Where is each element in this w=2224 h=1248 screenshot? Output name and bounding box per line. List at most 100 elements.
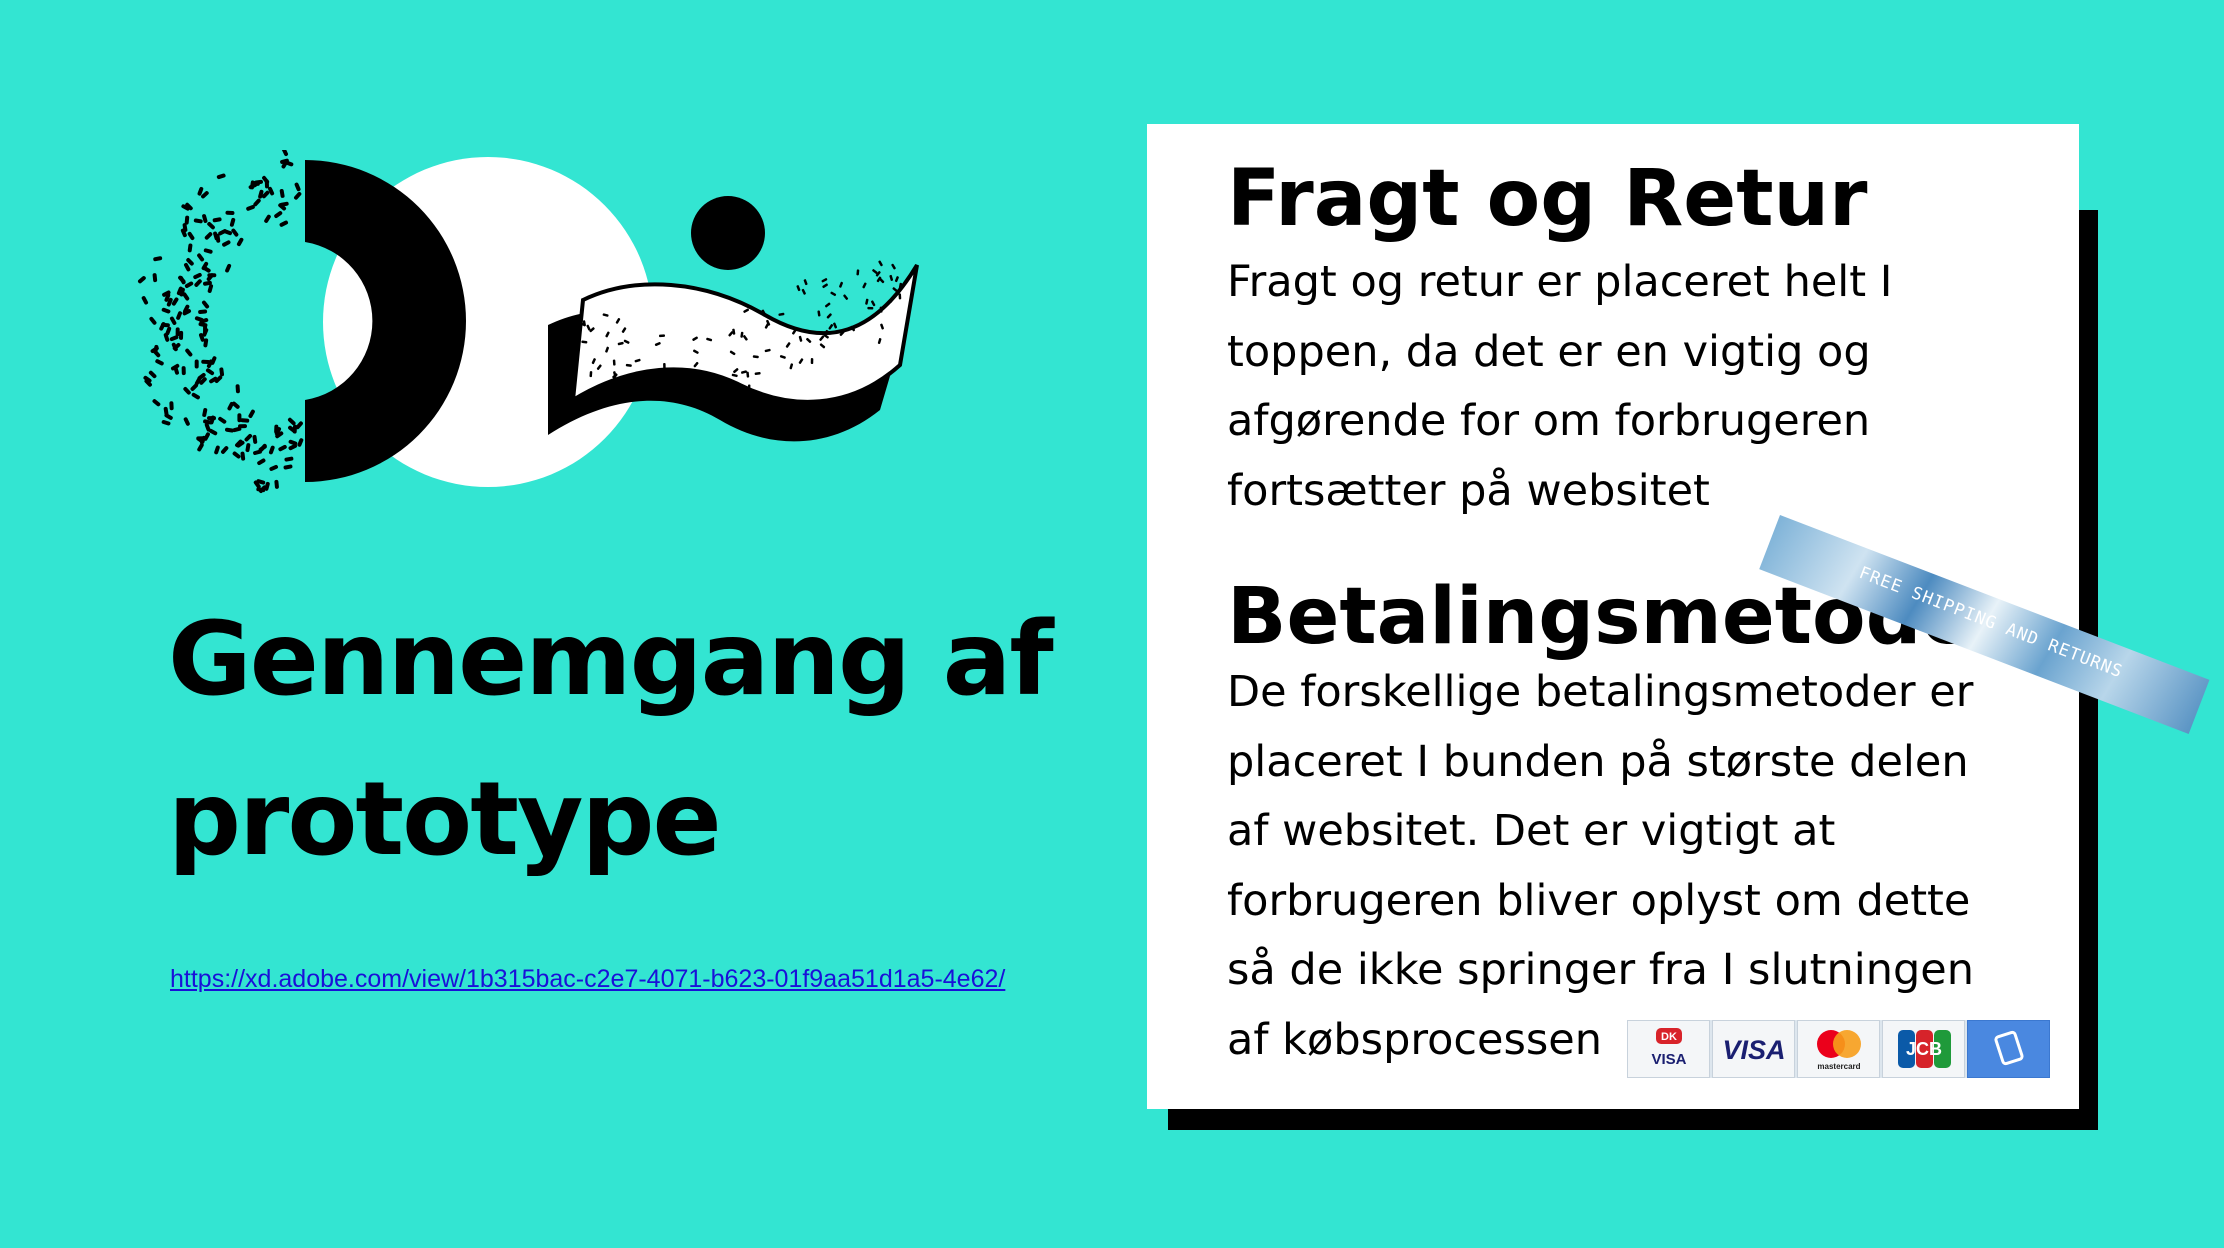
betaling-line: De forskellige betalingsmetoder er: [1227, 667, 1974, 717]
speckle: [274, 424, 279, 434]
speckle: [856, 269, 860, 276]
speckle: [191, 392, 200, 400]
visa-label: VISA: [1722, 1035, 1785, 1065]
prototype-link[interactable]: https://xd.adobe.com/view/1b315bac-c2e7-…: [170, 965, 1005, 994]
speckle: [268, 186, 275, 196]
decorative-graphic: [137, 150, 919, 494]
speckle: [201, 359, 211, 365]
mobilepay-icon: [1967, 1020, 2050, 1078]
speckle: [236, 237, 244, 247]
heading-fragt: Fragt og Retur: [1227, 154, 1868, 244]
speckle: [184, 281, 194, 289]
speckle: [201, 300, 210, 309]
speckle: [284, 456, 294, 462]
speckle: [843, 294, 849, 300]
speckle: [245, 443, 251, 453]
dotted-ring: [137, 150, 304, 494]
speckle: [891, 263, 896, 270]
speckle: [898, 293, 902, 300]
speckle: [169, 335, 179, 342]
betaling-line: placeret I bunden på største delen: [1227, 736, 1969, 787]
speckle: [194, 359, 199, 369]
speckle: [240, 418, 250, 423]
speckle: [148, 370, 157, 379]
speckle: [824, 302, 831, 308]
speckle: [141, 296, 149, 305]
jcb-label: JCB: [1905, 1039, 1941, 1059]
speckle: [163, 406, 169, 416]
speckle: [803, 279, 808, 286]
svg-text:DK: DK: [1661, 1031, 1677, 1043]
speckle: [169, 401, 174, 411]
speckle: [204, 232, 213, 240]
speckle: [155, 359, 164, 366]
speckle: [246, 204, 255, 211]
speckle: [871, 300, 876, 307]
speckle: [297, 438, 304, 447]
speckle: [240, 451, 246, 461]
speckle: [220, 446, 229, 454]
speckle: [193, 218, 203, 224]
speckle: [264, 214, 271, 223]
speckle: [801, 288, 806, 295]
speckle: [867, 306, 874, 310]
speckle: [747, 384, 751, 391]
dankort-label: VISA: [1651, 1051, 1686, 1068]
speckle: [197, 443, 204, 452]
speckle: [279, 220, 289, 227]
speckle: [894, 276, 899, 283]
speckle: [137, 276, 146, 284]
speckle: [821, 278, 828, 283]
visa-icon: VISA: [1712, 1020, 1795, 1078]
speckle: [828, 324, 834, 330]
speckle: [279, 188, 285, 198]
speckle: [865, 298, 869, 305]
fragt-line: afgørende for om forbrugeren: [1227, 396, 1871, 446]
speckle: [214, 445, 220, 455]
speckle: [149, 316, 157, 325]
speckle: [294, 191, 302, 200]
speckle: [183, 386, 191, 395]
speckle: [862, 282, 867, 289]
speckle: [229, 217, 236, 227]
speckle: [589, 371, 593, 378]
speckle: [244, 433, 253, 442]
dankort-icon: DK VISA: [1627, 1020, 1710, 1078]
speckle: [268, 445, 275, 455]
speckle: [257, 458, 266, 466]
speckle: [175, 327, 180, 337]
speckle: [796, 285, 801, 292]
speckle: [219, 367, 225, 377]
speckle: [179, 276, 186, 285]
speckle: [169, 316, 177, 325]
speckle: [248, 409, 255, 418]
jcb-icon: JCB: [1882, 1020, 1965, 1078]
speckle: [826, 313, 832, 319]
speckle: [161, 419, 171, 426]
title-line-2: prototype: [168, 760, 722, 879]
betaling-line: så de ikke springer fra I slutningen: [1227, 945, 1974, 995]
fragt-line: fortsætter på websitet: [1227, 465, 1710, 516]
speckle: [817, 310, 821, 317]
speckle: [830, 291, 837, 297]
speckle: [663, 362, 666, 369]
speckle: [235, 384, 240, 394]
speckle: [194, 316, 204, 322]
speckle: [171, 297, 179, 306]
speckle: [227, 401, 234, 411]
slide: Gennemgang af prototype https://xd.adobe…: [0, 0, 2224, 1248]
speckle: [152, 399, 161, 407]
speckle: [659, 334, 666, 338]
speckle: [294, 182, 301, 192]
betaling-line: af websitet. Det er vigtigt at: [1227, 806, 1836, 856]
speckle: [185, 348, 193, 357]
speckle: [878, 260, 883, 267]
speckle: [274, 479, 279, 489]
speckle: [153, 256, 163, 262]
speckle: [612, 359, 616, 366]
speckle: [197, 253, 205, 262]
speckle: [225, 263, 232, 273]
speckle: [778, 312, 785, 316]
speckle: [194, 279, 202, 287]
speckle: [238, 424, 248, 429]
